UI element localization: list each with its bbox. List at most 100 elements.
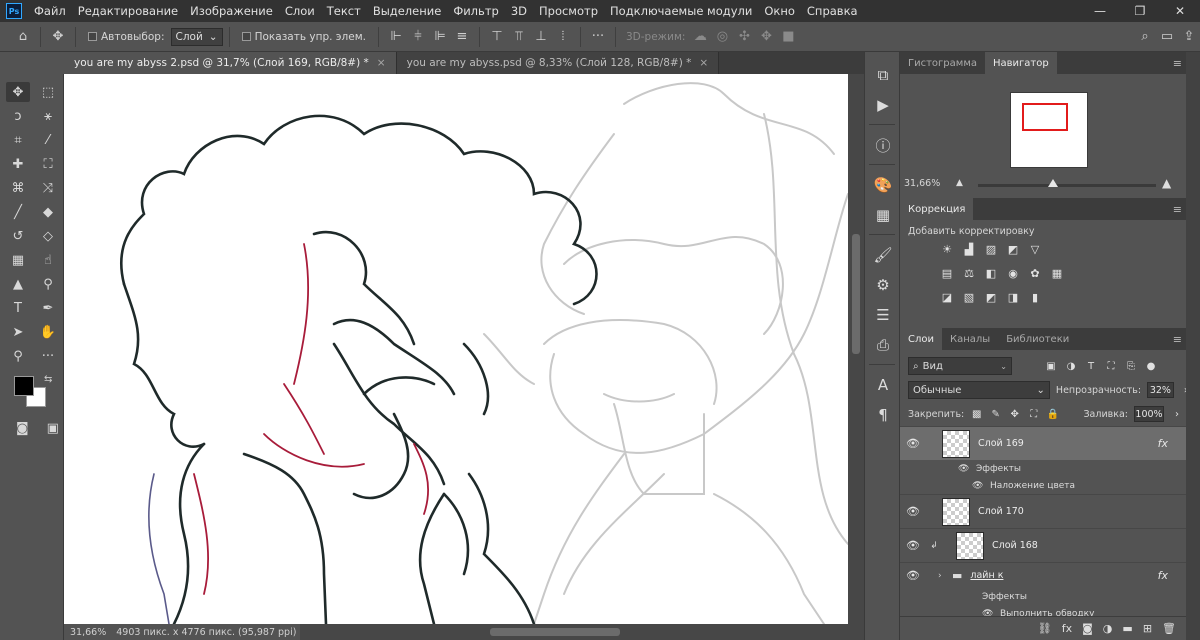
layer-name[interactable]: Слой 170 [978,506,1024,517]
close-button[interactable]: ✕ [1160,0,1200,22]
menu-file[interactable]: Файл [28,4,72,18]
search-icon[interactable]: ⌕ [1134,26,1156,48]
chevron-right-icon[interactable]: › [938,571,952,581]
path-select-icon[interactable]: ➤ [6,322,30,342]
marquee-tool-icon[interactable]: ⬚ [36,82,60,102]
sharpen-tool-icon[interactable]: ▲ [6,274,30,294]
group-name[interactable]: лайн к [970,570,1003,581]
group-row[interactable]: 👁 › ▬ лайн к fx [900,562,1186,588]
align-right-icon[interactable]: ⊫ [429,26,451,48]
quick-mask-icon[interactable]: ◙ [12,418,33,438]
lock-pixels-icon[interactable]: ✎ [989,408,1002,421]
align-top-icon[interactable]: ⊤ [486,26,508,48]
distribute-horizontal-icon[interactable]: ≡ [451,26,473,48]
background-eraser-icon[interactable]: ◇ [36,226,60,246]
filter-pixel-icon[interactable]: ▣ [1044,359,1058,373]
patch-tool-icon[interactable]: ⛶ [36,154,60,174]
filter-shape-icon[interactable]: ⛶ [1104,359,1118,373]
character-icon[interactable]: A [865,370,901,400]
screen-mode-icon[interactable]: ▣ [43,418,64,438]
paragraph-icon[interactable]: ¶ [865,400,901,430]
smudge-tool-icon[interactable]: ☝ [36,250,60,270]
navigator-zoom[interactable]: 31,66% [904,178,940,189]
add-style-icon[interactable]: fx [1062,622,1072,635]
clone-source-icon[interactable]: ⎙ [865,330,901,360]
menu-help[interactable]: Справка [801,4,864,18]
minimize-button[interactable]: — [1080,0,1120,22]
checkbox-box[interactable] [88,32,97,41]
tab-libraries[interactable]: Библиотеки [998,328,1077,350]
home-icon[interactable]: ⌂ [12,26,34,48]
properties-sliders-icon[interactable]: ☰ [865,300,901,330]
tab-layers[interactable]: Слои [900,328,942,350]
black-white-icon[interactable]: ◧ [982,265,1000,281]
color-balance-icon[interactable]: ⚖ [960,265,978,281]
brush-settings-icon[interactable]: ⚙ [865,270,901,300]
layer-row[interactable]: 👁 Слой 170 [900,494,1186,528]
link-layers-icon[interactable]: ⛓ [1038,622,1052,635]
tab-navigator[interactable]: Навигатор [984,52,1057,74]
scrollbar-thumb[interactable] [490,628,620,636]
eye-icon[interactable]: 👁 [900,505,926,518]
blend-mode-select[interactable]: Обычные ⌄ [908,381,1050,399]
fill-input[interactable]: 100% [1134,406,1164,422]
pen-tool-icon[interactable]: ✒ [36,298,60,318]
zoom-slider[interactable] [978,179,1156,187]
content-aware-icon[interactable]: ⌘ [6,178,30,198]
show-transform-checkbox[interactable]: Показать упр. элем. [241,31,366,43]
history-icon[interactable]: ⧉ [865,60,901,90]
eraser-tool-icon[interactable]: ◆ [36,202,60,222]
posterize-icon[interactable]: ▧ [960,289,978,305]
share-icon[interactable]: ⇪ [1178,26,1200,48]
panel-scrollbar[interactable] [1186,52,1200,640]
lock-all-icon[interactable]: 🔒 [1046,408,1059,421]
menu-window[interactable]: Окно [758,4,801,18]
color-lookup-icon[interactable]: ▦ [1048,265,1066,281]
chevron-right-icon[interactable]: › [1170,407,1184,421]
brushes-icon[interactable]: 🖌 [865,240,901,270]
effect-row[interactable]: 👁 Наложение цвета [900,477,1186,494]
exposure-icon[interactable]: ◩ [1004,241,1022,257]
layer-row[interactable]: 👁 Слой 169 fx [900,426,1186,460]
levels-icon[interactable]: ▟ [960,241,978,257]
swatches-grid-icon[interactable]: ▦ [865,200,901,230]
autoselect-target-select[interactable]: Слой ⌄ [170,27,223,46]
color-palette-icon[interactable]: 🎨 [865,170,901,200]
gradient-tool-icon[interactable]: ▦ [6,250,30,270]
fx-icon[interactable]: fx [1158,437,1168,450]
vibrance-icon[interactable]: ▽ [1026,241,1044,257]
healing-brush-icon[interactable]: ✚ [6,154,30,174]
filter-toggle-icon[interactable]: ● [1144,359,1158,373]
layer-name[interactable]: Слой 168 [992,540,1038,551]
photo-filter-icon[interactable]: ◉ [1004,265,1022,281]
zoom-level[interactable]: 31,66% [70,627,106,638]
crossed-arrows-icon[interactable]: ⤨ [36,178,60,198]
zoom-tool-icon[interactable]: ⚲ [6,346,30,366]
document-canvas[interactable] [64,74,848,624]
more-options-icon[interactable]: ··· [587,26,609,48]
document-tab[interactable]: you are my abyss 2.psd @ 31,7% (Слой 169… [64,52,397,74]
zoom-out-icon[interactable]: ▲ [956,178,963,188]
effects-row[interactable]: 👁 Эффекты [900,460,1186,477]
move-tool-preset-icon[interactable]: ✥ [47,26,69,48]
vertical-scrollbar[interactable] [848,74,864,624]
new-adjustment-icon[interactable]: ◑ [1103,622,1113,635]
filter-adjustment-icon[interactable]: ◑ [1064,359,1078,373]
history-brush-icon[interactable]: ↺ [6,226,30,246]
autoselect-checkbox[interactable]: Автовыбор: [88,31,165,43]
lock-artboard-icon[interactable]: ⛶ [1027,408,1040,421]
fx-icon[interactable]: fx [1158,569,1168,582]
new-layer-icon[interactable]: ⊞ [1143,622,1152,635]
lock-position-icon[interactable]: ✥ [1008,408,1021,421]
actions-play-icon[interactable]: ▶ [865,90,901,120]
dodge-tool-icon[interactable]: ⚲ [36,274,60,294]
scrollbar-thumb[interactable] [852,234,860,354]
opacity-input[interactable]: 32% [1147,382,1174,398]
close-icon[interactable]: × [699,57,708,69]
zoom-in-icon[interactable]: ▲ [1162,176,1171,190]
navigator-preview[interactable] [1010,92,1088,168]
restore-button[interactable]: ❐ [1120,0,1160,22]
close-icon[interactable]: × [377,57,386,69]
channel-mixer-icon[interactable]: ✿ [1026,265,1044,281]
new-group-icon[interactable]: ▬ [1122,622,1132,635]
